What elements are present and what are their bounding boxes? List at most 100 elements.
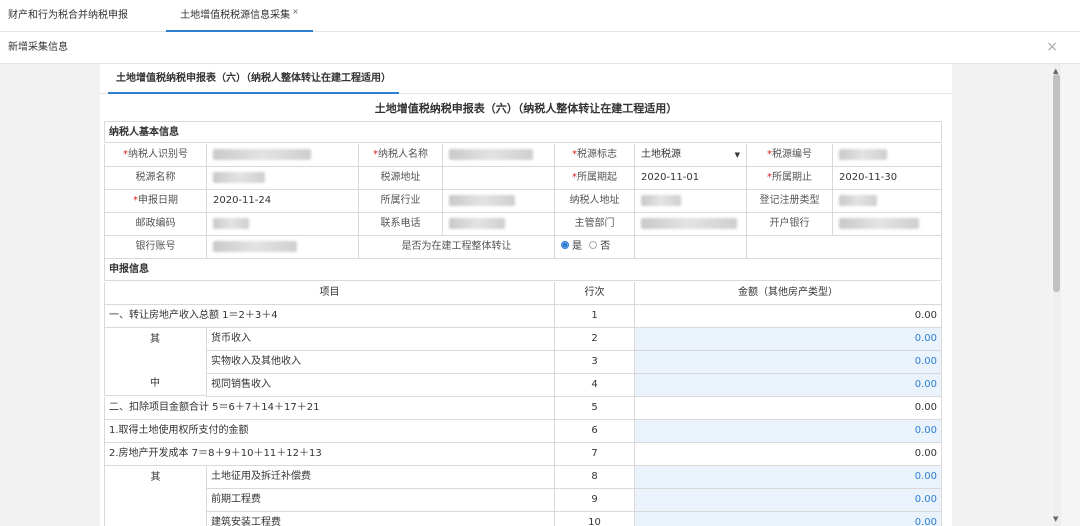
table-row: 银行账号 是否为在建工程整体转让 是 否 (104, 236, 942, 259)
reg-type-label: 登记注册类型 (746, 190, 832, 212)
amount-input[interactable]: 0.00 (634, 489, 942, 511)
taxpayer-id-value[interactable] (206, 144, 358, 166)
line-cell: 9 (554, 489, 634, 511)
declare-date-label: *申报日期 (104, 190, 206, 212)
line-cell: 8 (554, 466, 634, 488)
source-name-label: 税源名称 (104, 167, 206, 189)
line-cell: 6 (554, 420, 634, 442)
close-icon[interactable]: × (292, 7, 299, 16)
radio-no-label: 否 (600, 241, 611, 252)
scroll-down-icon[interactable]: ▼ (1053, 515, 1058, 523)
phone-label: 联系电话 (358, 213, 442, 235)
content-area: 土地增值税纳税申报表（六）（纳税人整体转让在建工程适用） 土地增值税纳税申报表（… (0, 64, 1052, 526)
table-header-row: 项目 行次 金额（其他房产类型） (104, 282, 942, 305)
line-cell: 10 (554, 512, 634, 526)
source-flag-select[interactable]: 土地税源 ▼ (634, 144, 746, 166)
top-tab-bar: 财产和行为税合并纳税申报 土地增值税税源信息采集 × (0, 0, 1080, 32)
item-cell: 2.房地产开发成本 7＝8＋9＋10＋11＋12＋13 (104, 443, 554, 465)
source-flag-label: *税源标志 (554, 144, 634, 166)
taxpayer-id-label: *纳税人识别号 (104, 144, 206, 166)
source-name-value[interactable] (206, 167, 358, 189)
taxpayer-name-value[interactable] (442, 144, 554, 166)
period-end-label: *所属期止 (746, 167, 832, 189)
panel-header: 新增采集信息 × (0, 32, 1080, 64)
section-declare-info: 申报信息 (104, 259, 942, 281)
period-start-label: *所属期起 (554, 167, 634, 189)
form-title: 土地增值税纳税申报表（六）（纳税人整体转让在建工程适用） (374, 102, 678, 115)
period-end-value[interactable]: 2020-11-30 (832, 167, 942, 189)
industry-label: 所属行业 (358, 190, 442, 212)
dept-value[interactable] (634, 213, 746, 235)
taxpayer-addr-value[interactable] (634, 190, 746, 212)
bank-value[interactable] (832, 213, 942, 235)
amount-cell: 0.00 (634, 397, 942, 419)
item-cell: 视同销售收入 (206, 374, 554, 396)
table-row: 建筑安装工程费 10 0.00 (206, 512, 942, 526)
line-cell: 3 (554, 351, 634, 373)
source-flag-value: 土地税源 (641, 149, 681, 160)
industry-value[interactable] (442, 190, 554, 212)
tab-combined-declaration[interactable]: 财产和行为税合并纳税申报 (8, 0, 128, 32)
amount-input[interactable]: 0.00 (634, 512, 942, 526)
line-cell: 7 (554, 443, 634, 465)
period-start-value[interactable]: 2020-11-01 (634, 167, 746, 189)
phone-value[interactable] (442, 213, 554, 235)
line-cell: 2 (554, 328, 634, 350)
col-line-header: 行次 (554, 282, 634, 304)
empty-cell (746, 236, 942, 258)
table-row: 税源名称 税源地址 *所属期起 2020-11-01 *所属期止 2020-11… (104, 167, 942, 190)
amount-cell: 0.00 (634, 443, 942, 465)
reg-type-value[interactable] (832, 190, 942, 212)
postcode-value[interactable] (206, 213, 358, 235)
table-row: 2.房地产开发成本 7＝8＋9＋10＋11＋12＋13 7 0.00 (104, 443, 942, 466)
inner-tab-bar: 土地增值税纳税申报表（六）（纳税人整体转让在建工程适用） (100, 64, 952, 94)
amount-input[interactable]: 0.00 (634, 351, 942, 373)
col-amount-header: 金额（其他房产类型） (634, 282, 942, 304)
amount-input[interactable]: 0.00 (634, 466, 942, 488)
declare-date-value[interactable]: 2020-11-24 (206, 190, 358, 212)
table-row: 邮政编码 联系电话 主管部门 开户银行 (104, 213, 942, 236)
item-cell: 实物收入及其他收入 (206, 351, 554, 373)
bank-label: 开户银行 (746, 213, 832, 235)
close-icon[interactable]: × (1046, 40, 1058, 54)
item-cell: 土地征用及拆迁补偿费 (206, 466, 554, 488)
item-cell: 货币收入 (206, 328, 554, 350)
source-addr-label: 税源地址 (358, 167, 442, 189)
table-row: *申报日期 2020-11-24 所属行业 纳税人地址 登记注册类型 (104, 190, 942, 213)
dept-label: 主管部门 (554, 213, 634, 235)
line-cell: 1 (554, 305, 634, 327)
line-cell: 5 (554, 397, 634, 419)
vertical-scrollbar[interactable]: ▲ ▼ (1052, 64, 1080, 526)
source-addr-value[interactable] (442, 167, 554, 189)
table-row: 视同销售收入 4 0.00 (206, 374, 942, 397)
radio-yes[interactable] (561, 241, 569, 249)
tab-land-vat-source[interactable]: 土地增值税税源信息采集 × (166, 0, 313, 32)
scroll-thumb[interactable] (1053, 74, 1060, 292)
table-row: 前期工程费 9 0.00 (206, 489, 942, 512)
item-cell: 一、转让房地产收入总额 1＝2＋3＋4 (104, 305, 554, 327)
radio-no[interactable] (589, 241, 598, 249)
table-row: 实物收入及其他收入 3 0.00 (206, 351, 942, 374)
account-value[interactable] (206, 236, 358, 258)
qi-group-label: 其 (104, 466, 206, 526)
item-cell: 1.取得土地使用权所支付的金额 (104, 420, 554, 442)
amount-input[interactable]: 0.00 (634, 374, 942, 396)
item-cell: 建筑安装工程费 (206, 512, 554, 526)
source-no-value[interactable] (832, 144, 942, 166)
table-row: 土地征用及拆迁补偿费 8 0.00 (206, 466, 942, 489)
whole-transfer-radio: 是 否 (554, 236, 634, 258)
tab-form-six[interactable]: 土地增值税纳税申报表（六）（纳税人整体转让在建工程适用） (108, 64, 399, 94)
qi-zhong-group-label: 其 中 (104, 328, 206, 396)
amount-input[interactable]: 0.00 (634, 328, 942, 350)
form-sheet: 土地增值税纳税申报表（六）（纳税人整体转让在建工程适用） 土地增值税纳税申报表（… (100, 64, 952, 526)
section-basic-info: 纳税人基本信息 (104, 121, 942, 143)
tab-label: 土地增值税税源信息采集 (180, 10, 291, 21)
line-cell: 4 (554, 374, 634, 396)
table-row: 货币收入 2 0.00 (206, 328, 942, 351)
dropdown-arrow-icon: ▼ (734, 151, 740, 159)
amount-input[interactable]: 0.00 (634, 420, 942, 442)
table-row: 1.取得土地使用权所支付的金额 6 0.00 (104, 420, 942, 443)
item-cell: 前期工程费 (206, 489, 554, 511)
taxpayer-name-label: *纳税人名称 (358, 144, 442, 166)
radio-yes-label: 是 (572, 241, 582, 252)
